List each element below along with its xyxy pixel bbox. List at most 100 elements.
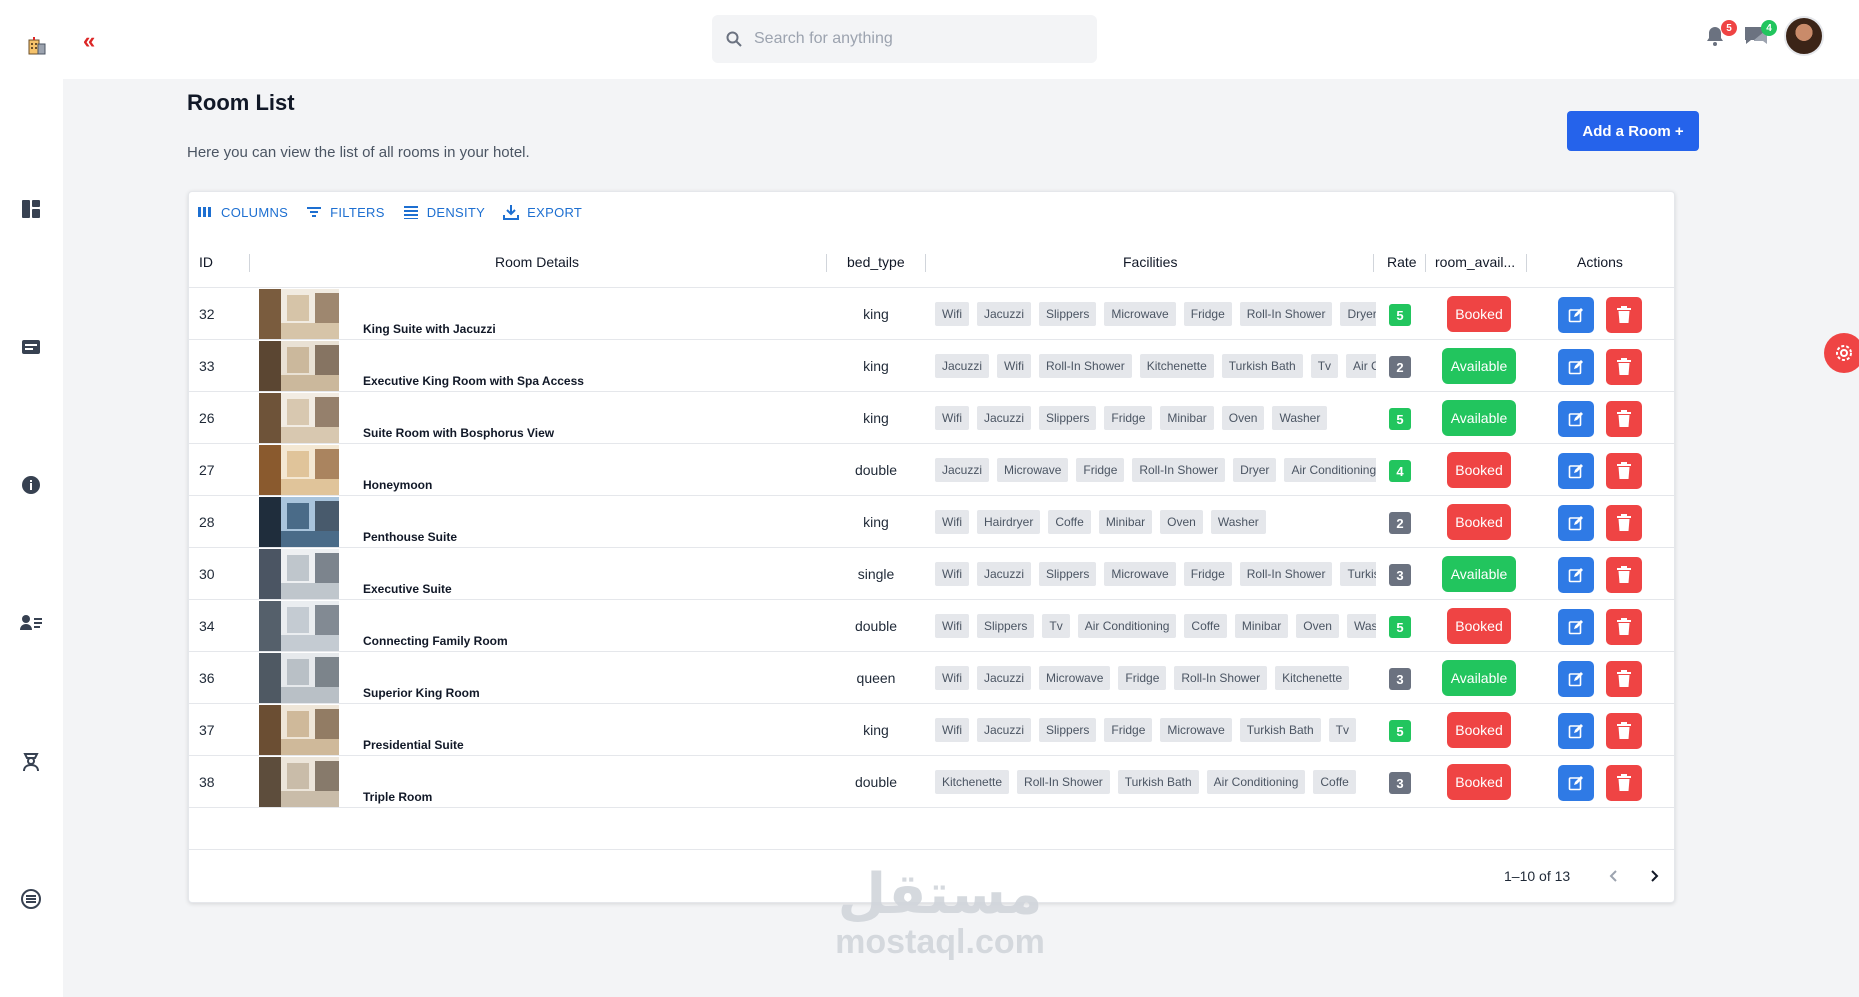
edit-room-button[interactable] bbox=[1558, 609, 1594, 645]
room-name[interactable]: Honeymoon bbox=[363, 478, 432, 492]
edit-room-button[interactable] bbox=[1558, 401, 1594, 437]
header-availability[interactable]: room_avail... bbox=[1435, 236, 1515, 288]
table-row[interactable]: 33 Executive King Room with Spa Access kin… bbox=[189, 340, 1674, 392]
room-name[interactable]: Superior King Room bbox=[363, 686, 480, 700]
edit-room-button[interactable] bbox=[1558, 713, 1594, 749]
delete-room-button[interactable] bbox=[1606, 297, 1642, 333]
header-rate[interactable]: Rate bbox=[1387, 236, 1417, 288]
header-bed-type[interactable]: bed_type bbox=[847, 236, 905, 288]
delete-room-button[interactable] bbox=[1606, 557, 1642, 593]
delete-room-button[interactable] bbox=[1606, 453, 1642, 489]
room-name[interactable]: Suite Room with Bosphorus View bbox=[363, 426, 554, 440]
room-thumbnail[interactable] bbox=[259, 393, 339, 443]
availability-status-button[interactable]: Booked bbox=[1447, 504, 1511, 540]
room-name[interactable]: Executive King Room with Spa Access bbox=[363, 374, 584, 388]
room-thumbnail[interactable] bbox=[259, 497, 339, 547]
room-name[interactable]: Penthouse Suite bbox=[363, 530, 457, 544]
room-thumbnail[interactable] bbox=[259, 445, 339, 495]
avatar[interactable] bbox=[1784, 16, 1824, 56]
filters-button[interactable]: FILTERS bbox=[306, 204, 385, 220]
delete-room-button[interactable] bbox=[1606, 661, 1642, 697]
availability-status-button[interactable]: Available bbox=[1442, 348, 1516, 384]
availability-status-button[interactable]: Available bbox=[1442, 556, 1516, 592]
column-separator[interactable] bbox=[925, 254, 926, 272]
notifications-button[interactable]: 5 bbox=[1703, 20, 1737, 52]
column-separator[interactable] bbox=[1526, 254, 1527, 272]
menu-list-icon[interactable] bbox=[20, 888, 42, 910]
facilities-list: Wifi Hairdryer Coffe Minibar Oven Washer bbox=[935, 496, 1376, 548]
room-name[interactable]: Executive Suite bbox=[363, 582, 452, 596]
dashboard-icon[interactable] bbox=[20, 198, 42, 220]
settings-button[interactable] bbox=[1824, 333, 1859, 373]
table-row[interactable]: 37 Presidential Suite king Wifi Jacuzzi Slipp… bbox=[189, 704, 1674, 756]
table-row[interactable]: 30 Executive Suite single Wifi Jacuzzi Slippe… bbox=[189, 548, 1674, 600]
room-thumbnail[interactable] bbox=[259, 653, 339, 703]
columns-button[interactable]: COLUMNS bbox=[197, 204, 288, 220]
table-row[interactable]: 38 Triple Room double Kitchenette Roll-In Sh… bbox=[189, 756, 1674, 808]
collapse-sidebar-icon[interactable]: « bbox=[83, 28, 95, 54]
edit-room-button[interactable] bbox=[1558, 297, 1594, 333]
search-input[interactable] bbox=[754, 30, 1074, 48]
table-row[interactable]: 27 Honeymoon double Jacuzzi Microwave Fridge R… bbox=[189, 444, 1674, 496]
previous-page-button[interactable] bbox=[1602, 864, 1626, 888]
header-id[interactable]: ID bbox=[199, 236, 213, 288]
delete-room-button[interactable] bbox=[1606, 609, 1642, 645]
room-thumbnail[interactable] bbox=[259, 757, 339, 807]
table-row[interactable]: 26 Suite Room with Bosphorus View king Wifi… bbox=[189, 392, 1674, 444]
room-name[interactable]: Connecting Family Room bbox=[363, 634, 508, 648]
table-row[interactable]: 34 Connecting Family Room double Wifi Slippe… bbox=[189, 600, 1674, 652]
availability-status-button[interactable]: Booked bbox=[1447, 712, 1511, 748]
delete-room-button[interactable] bbox=[1606, 401, 1642, 437]
availability-status-button[interactable]: Available bbox=[1442, 400, 1516, 436]
guests-icon[interactable] bbox=[20, 612, 42, 634]
export-button[interactable]: EXPORT bbox=[503, 204, 582, 220]
room-thumbnail[interactable] bbox=[259, 601, 339, 651]
availability-status-button[interactable]: Booked bbox=[1447, 764, 1511, 800]
next-page-button[interactable] bbox=[1642, 864, 1666, 888]
info-icon[interactable] bbox=[20, 474, 42, 496]
column-separator[interactable] bbox=[249, 254, 250, 272]
availability-status-button[interactable]: Available bbox=[1442, 660, 1516, 696]
edit-room-button[interactable] bbox=[1558, 557, 1594, 593]
header-facilities[interactable]: Facilities bbox=[1123, 236, 1177, 288]
room-name[interactable]: King Suite with Jacuzzi bbox=[363, 322, 496, 336]
delete-room-button[interactable] bbox=[1606, 349, 1642, 385]
edit-room-button[interactable] bbox=[1558, 505, 1594, 541]
header-actions[interactable]: Actions bbox=[1577, 236, 1623, 288]
edit-room-button[interactable] bbox=[1558, 453, 1594, 489]
cell-id: 32 bbox=[199, 306, 215, 322]
column-separator[interactable] bbox=[826, 254, 827, 272]
edit-room-button[interactable] bbox=[1558, 765, 1594, 801]
room-thumbnail[interactable] bbox=[259, 549, 339, 599]
availability-status-button[interactable]: Booked bbox=[1447, 296, 1511, 332]
watermark-arabic: مستقل bbox=[837, 862, 1043, 925]
rooms-icon[interactable] bbox=[20, 336, 42, 358]
delete-room-button[interactable] bbox=[1606, 765, 1642, 801]
hotel-logo-icon[interactable] bbox=[26, 34, 48, 56]
header-room-details[interactable]: Room Details bbox=[495, 236, 579, 288]
search-bar[interactable] bbox=[712, 15, 1097, 63]
delete-room-button[interactable] bbox=[1606, 713, 1642, 749]
delete-room-button[interactable] bbox=[1606, 505, 1642, 541]
edit-room-button[interactable] bbox=[1558, 349, 1594, 385]
room-thumbnail[interactable] bbox=[259, 289, 339, 339]
room-thumbnail[interactable] bbox=[259, 341, 339, 391]
column-separator[interactable] bbox=[1373, 254, 1374, 272]
table-row[interactable]: 32 King Suite with Jacuzzi king Wifi Jacuzzi… bbox=[189, 288, 1674, 340]
messages-button[interactable]: 4 bbox=[1743, 20, 1777, 52]
room-name[interactable]: Triple Room bbox=[363, 790, 432, 804]
room-thumbnail[interactable] bbox=[259, 705, 339, 755]
table-row[interactable]: 36 Superior King Room queen Wifi Jacuzzi Micr… bbox=[189, 652, 1674, 704]
facility-chip: Jacuzzi bbox=[977, 302, 1032, 326]
edit-room-button[interactable] bbox=[1558, 661, 1594, 697]
density-button[interactable]: DENSITY bbox=[403, 204, 485, 220]
table-row[interactable]: 28 Penthouse Suite king Wifi Hairdryer Coffe M… bbox=[189, 496, 1674, 548]
add-room-button[interactable]: Add a Room + bbox=[1567, 111, 1699, 151]
room-name[interactable]: Presidential Suite bbox=[363, 738, 464, 752]
staff-icon[interactable] bbox=[20, 750, 42, 772]
facility-chip: Roll-In Shower bbox=[1174, 666, 1268, 690]
column-separator[interactable] bbox=[1425, 254, 1426, 272]
availability-status-button[interactable]: Booked bbox=[1447, 452, 1511, 488]
watermark: مستقل mostaql.com bbox=[790, 865, 1090, 962]
availability-status-button[interactable]: Booked bbox=[1447, 608, 1511, 644]
